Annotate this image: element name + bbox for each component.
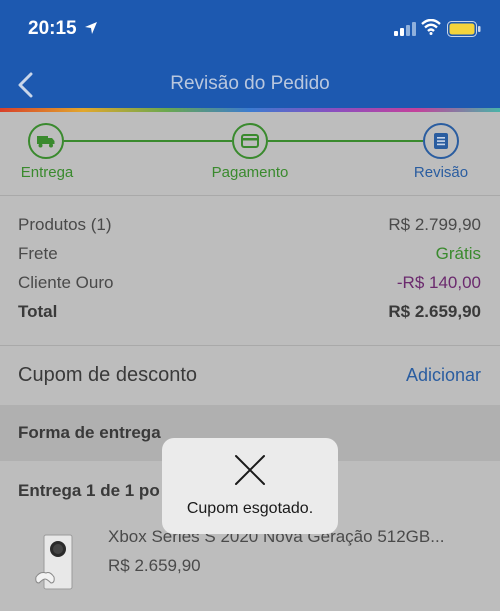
toast-message: Cupom esgotado.: [186, 500, 314, 517]
page-title: Revisão do Pedido: [170, 73, 330, 94]
xbox-console-image: [35, 534, 73, 590]
club-label: Cliente Ouro: [18, 273, 114, 292]
add-coupon-button[interactable]: Adicionar: [406, 365, 481, 386]
summary-row-products: Produtos (1) R$ 2.799,90: [18, 215, 481, 241]
summary-row-total: Total R$ 2.659,90: [18, 302, 481, 328]
cellular-signal-icon: [394, 22, 416, 36]
step-connector: [64, 140, 232, 142]
checkout-stepper: Entrega Pagamento Revisão: [0, 112, 500, 196]
step-label-delivery: Entrega: [20, 164, 74, 181]
document-list-icon: [434, 133, 448, 149]
summary-row-shipping: Frete Grátis: [18, 244, 481, 270]
battery-icon: [447, 21, 481, 37]
credit-card-icon: [241, 134, 259, 148]
total-value: R$ 2.659,90: [388, 302, 481, 321]
products-label: Produtos (1): [18, 215, 112, 234]
order-summary: Produtos (1) R$ 2.799,90 Frete Grátis Cl…: [0, 197, 500, 340]
club-discount-value: -R$ 140,00: [396, 273, 481, 292]
truck-icon: [37, 136, 55, 148]
close-x-icon: [235, 455, 265, 485]
shipping-label: Frete: [18, 244, 58, 263]
summary-row-club-discount: Cliente Ouro -R$ 140,00: [18, 273, 481, 299]
location-arrow-icon: [85, 22, 97, 34]
coupon-error-toast: Cupom esgotado.: [162, 438, 338, 534]
step-connector: [268, 140, 423, 142]
delivery-title: Entrega 1 de 1 po: [18, 481, 160, 500]
shipping-value: Grátis: [435, 244, 481, 263]
step-label-payment: Pagamento: [211, 164, 289, 181]
step-review[interactable]: [423, 123, 459, 159]
total-label: Total: [18, 302, 58, 321]
navigation-bar: Revisão do Pedido: [0, 60, 500, 108]
section-title: Forma de entrega: [18, 423, 161, 442]
coupon-label: Cupom de desconto: [18, 364, 198, 386]
step-delivery[interactable]: [28, 123, 64, 159]
coupon-row: Cupom de desconto Adicionar: [0, 345, 500, 403]
products-value: R$ 2.799,90: [388, 215, 481, 234]
step-label-review: Revisão: [413, 164, 469, 181]
wifi-icon: [421, 19, 441, 35]
status-time: 20:15: [28, 18, 77, 39]
product-price: R$ 2.659,90: [108, 556, 201, 575]
status-bar: 20:15: [0, 0, 500, 60]
step-payment[interactable]: [232, 123, 268, 159]
